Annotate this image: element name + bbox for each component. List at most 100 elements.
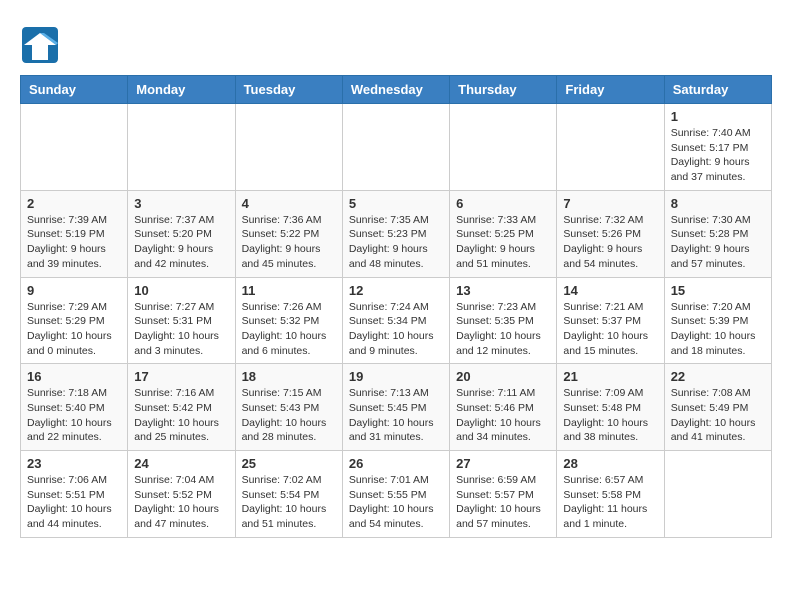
weekday-header-thursday: Thursday <box>450 76 557 104</box>
day-number: 24 <box>134 456 228 471</box>
day-number: 19 <box>349 369 443 384</box>
day-cell: 21 Sunrise: 7:09 AM Sunset: 5:48 PM Dayli… <box>557 364 664 451</box>
day-cell: 24 Sunrise: 7:04 AM Sunset: 5:52 PM Dayli… <box>128 451 235 538</box>
week-row-5: 23 Sunrise: 7:06 AM Sunset: 5:51 PM Dayli… <box>21 451 772 538</box>
logo <box>20 25 66 65</box>
day-number: 5 <box>349 196 443 211</box>
day-cell: 28 Sunrise: 6:57 AM Sunset: 5:58 PM Dayli… <box>557 451 664 538</box>
weekday-header-friday: Friday <box>557 76 664 104</box>
day-cell: 27 Sunrise: 6:59 AM Sunset: 5:57 PM Dayli… <box>450 451 557 538</box>
week-row-4: 16 Sunrise: 7:18 AM Sunset: 5:40 PM Dayli… <box>21 364 772 451</box>
day-info: Sunrise: 7:33 AM Sunset: 5:25 PM Dayligh… <box>456 213 550 272</box>
day-cell: 11 Sunrise: 7:26 AM Sunset: 5:32 PM Dayli… <box>235 277 342 364</box>
day-number: 1 <box>671 109 765 124</box>
day-cell: 23 Sunrise: 7:06 AM Sunset: 5:51 PM Dayli… <box>21 451 128 538</box>
weekday-header-monday: Monday <box>128 76 235 104</box>
day-number: 21 <box>563 369 657 384</box>
day-info: Sunrise: 7:40 AM Sunset: 5:17 PM Dayligh… <box>671 126 765 185</box>
day-number: 7 <box>563 196 657 211</box>
day-cell: 10Sunrise: 7:27 AM Sunset: 5:31 PM Dayli… <box>128 277 235 364</box>
week-row-2: 2 Sunrise: 7:39 AM Sunset: 5:19 PM Daylig… <box>21 190 772 277</box>
day-number: 22 <box>671 369 765 384</box>
day-info: Sunrise: 7:04 AM Sunset: 5:52 PM Dayligh… <box>134 473 228 532</box>
day-cell: 15 Sunrise: 7:20 AM Sunset: 5:39 PM Dayli… <box>664 277 771 364</box>
logo-icon <box>20 25 60 65</box>
day-cell <box>235 104 342 191</box>
day-info: Sunrise: 7:09 AM Sunset: 5:48 PM Dayligh… <box>563 386 657 445</box>
day-number: 11 <box>242 283 336 298</box>
day-cell: 1 Sunrise: 7:40 AM Sunset: 5:17 PM Daylig… <box>664 104 771 191</box>
weekday-header-tuesday: Tuesday <box>235 76 342 104</box>
day-info: Sunrise: 7:06 AM Sunset: 5:51 PM Dayligh… <box>27 473 121 532</box>
page-header <box>20 20 772 65</box>
day-info: Sunrise: 7:21 AM Sunset: 5:37 PM Dayligh… <box>563 300 657 359</box>
day-number: 3 <box>134 196 228 211</box>
day-number: 26 <box>349 456 443 471</box>
day-number: 6 <box>456 196 550 211</box>
day-cell: 8 Sunrise: 7:30 AM Sunset: 5:28 PM Daylig… <box>664 190 771 277</box>
day-number: 14 <box>563 283 657 298</box>
day-number: 25 <box>242 456 336 471</box>
day-cell <box>342 104 449 191</box>
day-cell: 22 Sunrise: 7:08 AM Sunset: 5:49 PM Dayli… <box>664 364 771 451</box>
day-cell: 16 Sunrise: 7:18 AM Sunset: 5:40 PM Dayli… <box>21 364 128 451</box>
day-cell <box>450 104 557 191</box>
day-cell: 12 Sunrise: 7:24 AM Sunset: 5:34 PM Dayli… <box>342 277 449 364</box>
day-number: 23 <box>27 456 121 471</box>
day-info: Sunrise: 7:02 AM Sunset: 5:54 PM Dayligh… <box>242 473 336 532</box>
day-number: 18 <box>242 369 336 384</box>
day-info: Sunrise: 7:08 AM Sunset: 5:49 PM Dayligh… <box>671 386 765 445</box>
day-cell: 7 Sunrise: 7:32 AM Sunset: 5:26 PM Daylig… <box>557 190 664 277</box>
weekday-header-saturday: Saturday <box>664 76 771 104</box>
day-cell: 9 Sunrise: 7:29 AM Sunset: 5:29 PM Daylig… <box>21 277 128 364</box>
calendar-table: SundayMondayTuesdayWednesdayThursdayFrid… <box>20 75 772 538</box>
day-number: 27 <box>456 456 550 471</box>
day-cell: 2 Sunrise: 7:39 AM Sunset: 5:19 PM Daylig… <box>21 190 128 277</box>
day-info: Sunrise: 6:59 AM Sunset: 5:57 PM Dayligh… <box>456 473 550 532</box>
day-info: Sunrise: 7:35 AM Sunset: 5:23 PM Dayligh… <box>349 213 443 272</box>
day-info: Sunrise: 7:01 AM Sunset: 5:55 PM Dayligh… <box>349 473 443 532</box>
day-number: 17 <box>134 369 228 384</box>
week-row-3: 9 Sunrise: 7:29 AM Sunset: 5:29 PM Daylig… <box>21 277 772 364</box>
day-info: Sunrise: 7:29 AM Sunset: 5:29 PM Dayligh… <box>27 300 121 359</box>
day-info: Sunrise: 7:23 AM Sunset: 5:35 PM Dayligh… <box>456 300 550 359</box>
day-info: Sunrise: 7:26 AM Sunset: 5:32 PM Dayligh… <box>242 300 336 359</box>
day-info: Sunrise: 7:36 AM Sunset: 5:22 PM Dayligh… <box>242 213 336 272</box>
day-info: Sunrise: 7:11 AM Sunset: 5:46 PM Dayligh… <box>456 386 550 445</box>
day-info: Sunrise: 7:32 AM Sunset: 5:26 PM Dayligh… <box>563 213 657 272</box>
day-cell <box>557 104 664 191</box>
day-info: Sunrise: 7:15 AM Sunset: 5:43 PM Dayligh… <box>242 386 336 445</box>
day-number: 20 <box>456 369 550 384</box>
day-number: 4 <box>242 196 336 211</box>
day-cell: 6 Sunrise: 7:33 AM Sunset: 5:25 PM Daylig… <box>450 190 557 277</box>
day-info: Sunrise: 7:30 AM Sunset: 5:28 PM Dayligh… <box>671 213 765 272</box>
day-cell: 20 Sunrise: 7:11 AM Sunset: 5:46 PM Dayli… <box>450 364 557 451</box>
week-row-1: 1 Sunrise: 7:40 AM Sunset: 5:17 PM Daylig… <box>21 104 772 191</box>
day-number: 15 <box>671 283 765 298</box>
day-number: 10 <box>134 283 228 298</box>
day-cell: 17 Sunrise: 7:16 AM Sunset: 5:42 PM Dayli… <box>128 364 235 451</box>
day-cell: 19 Sunrise: 7:13 AM Sunset: 5:45 PM Dayli… <box>342 364 449 451</box>
day-number: 9 <box>27 283 121 298</box>
day-number: 2 <box>27 196 121 211</box>
day-cell <box>128 104 235 191</box>
day-cell: 4 Sunrise: 7:36 AM Sunset: 5:22 PM Daylig… <box>235 190 342 277</box>
day-info: Sunrise: 7:20 AM Sunset: 5:39 PM Dayligh… <box>671 300 765 359</box>
day-cell <box>664 451 771 538</box>
day-cell: 3 Sunrise: 7:37 AM Sunset: 5:20 PM Daylig… <box>128 190 235 277</box>
day-info: Sunrise: 6:57 AM Sunset: 5:58 PM Dayligh… <box>563 473 657 532</box>
day-number: 12 <box>349 283 443 298</box>
day-info: Sunrise: 7:13 AM Sunset: 5:45 PM Dayligh… <box>349 386 443 445</box>
day-number: 8 <box>671 196 765 211</box>
day-cell: 5 Sunrise: 7:35 AM Sunset: 5:23 PM Daylig… <box>342 190 449 277</box>
day-info: Sunrise: 7:37 AM Sunset: 5:20 PM Dayligh… <box>134 213 228 272</box>
day-info: Sunrise: 7:16 AM Sunset: 5:42 PM Dayligh… <box>134 386 228 445</box>
day-info: Sunrise: 7:39 AM Sunset: 5:19 PM Dayligh… <box>27 213 121 272</box>
day-number: 13 <box>456 283 550 298</box>
day-info: Sunrise: 7:18 AM Sunset: 5:40 PM Dayligh… <box>27 386 121 445</box>
day-number: 16 <box>27 369 121 384</box>
weekday-header-row: SundayMondayTuesdayWednesdayThursdayFrid… <box>21 76 772 104</box>
day-info: Sunrise: 7:24 AM Sunset: 5:34 PM Dayligh… <box>349 300 443 359</box>
day-cell: 18 Sunrise: 7:15 AM Sunset: 5:43 PM Dayli… <box>235 364 342 451</box>
day-number: 28 <box>563 456 657 471</box>
